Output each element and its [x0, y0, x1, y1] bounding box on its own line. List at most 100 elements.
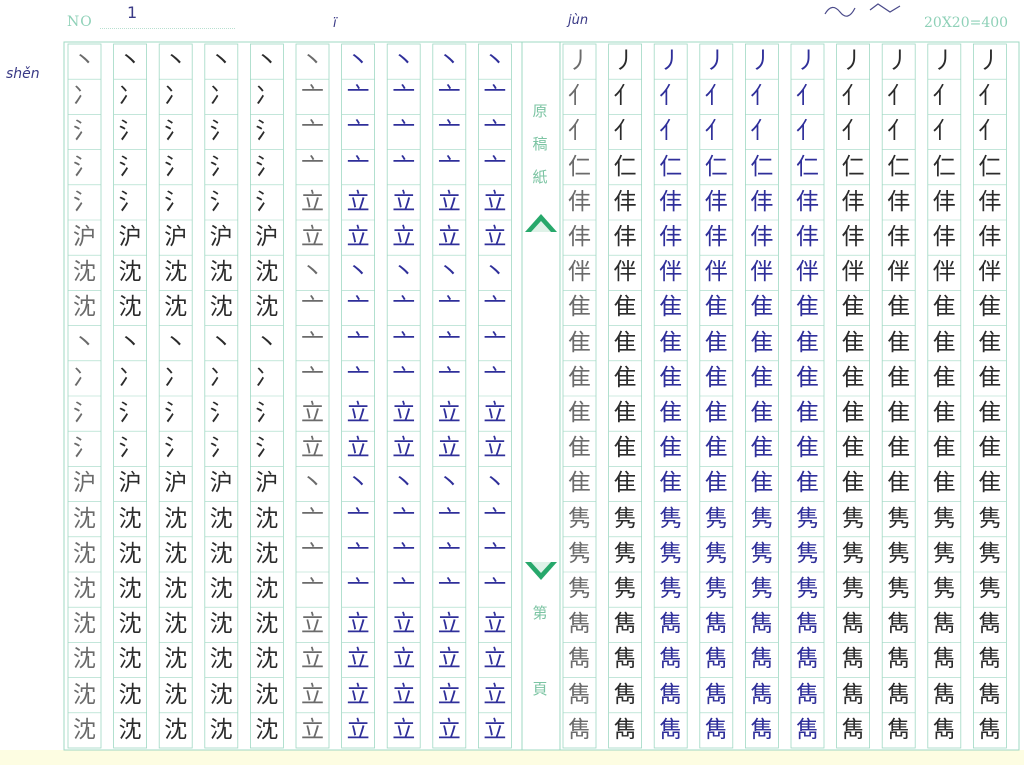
grid-cell: 雋: [704, 611, 728, 638]
grid-cell: 沈: [118, 505, 142, 532]
grid-cell: 仹: [978, 188, 1002, 215]
grid-cell: 雋: [978, 681, 1002, 708]
grid-cell: 立: [392, 646, 416, 673]
grid-cell: 沈: [164, 681, 188, 708]
grid-cell: 仁: [704, 153, 728, 180]
grid-cell: 隹: [796, 400, 819, 426]
grid-cell: 亻: [841, 83, 865, 110]
grid-cell: 隽: [659, 505, 683, 532]
grid-cell: 雋: [887, 681, 911, 708]
grid-cell: 隽: [932, 576, 956, 602]
grid-cell: 雋: [613, 681, 637, 708]
grid-cell: 隽: [796, 540, 819, 567]
grid-cell: 亠: [392, 329, 416, 356]
grid-cell: 沈: [73, 540, 96, 567]
grid-cell: 隹: [796, 364, 819, 391]
grid-cell: 亻: [659, 118, 683, 145]
grid-cell: 隽: [932, 505, 956, 532]
grid-cell: 立: [392, 400, 416, 426]
grid-cell: 氵⺄: [73, 188, 96, 215]
grid-cell: 立: [483, 611, 507, 638]
grid-cell: 沈: [73, 576, 96, 602]
grid-cell: 立: [483, 681, 507, 708]
grid-cell: 沈: [73, 681, 96, 708]
grid-cell: 隹: [887, 470, 911, 497]
grid-cell: 沈: [209, 540, 233, 567]
grid-cell: 亠: [301, 329, 324, 356]
gutter-char-yuan: 原: [532, 102, 548, 120]
grid-cell: 丶: [392, 470, 416, 497]
grid-cell: 立: [346, 646, 370, 673]
grid-cell: 亻: [704, 83, 728, 110]
grid-cell: 丿: [659, 48, 683, 74]
grid-cell: 亠: [346, 505, 370, 532]
grid-cell: 立: [392, 188, 416, 215]
grid-cell: 沈: [255, 259, 279, 286]
grid-cell: 亠: [483, 364, 507, 391]
grid-cell: 立: [301, 400, 324, 426]
grid-cell: 隽: [613, 505, 637, 532]
grid-cell: 亻: [613, 118, 637, 145]
grid-cell: 沈: [255, 681, 279, 708]
grid-cell: 隹: [978, 470, 1002, 497]
grid-cell: 丶: [164, 48, 188, 74]
grid-cell: 亠: [483, 505, 507, 532]
grid-cell: 沪: [118, 470, 142, 497]
grid-cell: 雋: [704, 681, 728, 708]
grid-cell: 沈: [164, 646, 188, 673]
grid-cell: 沈: [209, 716, 233, 743]
grid-cell: 立: [301, 224, 324, 250]
grid-cell: 沈: [255, 611, 279, 638]
grid-cell: 丶: [73, 48, 96, 74]
grid-cell: 立: [437, 435, 461, 462]
grid-cell: 隽: [841, 505, 865, 532]
grid-cell: 亻: [932, 83, 956, 110]
grid-cell: 丶: [255, 48, 279, 74]
grid-cell: 氵⺄: [73, 435, 96, 462]
grid-cell: 立: [437, 681, 461, 708]
grid-cell: 亠: [301, 118, 324, 145]
grid-cell: 氵: [255, 118, 279, 145]
grid-cell: 氵⺄: [164, 435, 188, 462]
grid-cell: 立: [437, 646, 461, 673]
grid-cell: 仹: [659, 188, 683, 215]
grid-cell: 立: [437, 400, 461, 426]
grid-cell: 亻: [978, 83, 1002, 110]
grid-cell: 冫: [209, 83, 233, 110]
grid-cell: 氵: [209, 153, 233, 180]
grid-cell: 立: [483, 224, 507, 250]
grid-cell: 丶: [346, 259, 370, 286]
grid-cell: 立: [301, 188, 324, 215]
grid-cell: 仹: [841, 188, 865, 215]
grid-cell: 亻: [704, 118, 728, 145]
grid-cell: 沈: [164, 576, 188, 602]
grid-cell: 伴: [704, 259, 728, 286]
grid-cell: 亠: [437, 540, 461, 567]
grid-cell: 隹: [613, 470, 637, 497]
grid-cell: 立: [301, 435, 324, 462]
grid-cell: 隽: [613, 576, 637, 602]
grid-cell: 氵: [118, 153, 142, 180]
gutter-char-di: 第: [532, 604, 548, 622]
grid-cell: 氵⺄: [255, 188, 279, 215]
grid-cell: 亠: [392, 505, 416, 532]
grid-cell: 伴: [978, 259, 1002, 286]
grid-cell: 雋: [750, 681, 774, 708]
grid-cell: 氵: [164, 400, 188, 426]
grid-cell: 沈: [209, 646, 233, 673]
grid-cell: 雋: [887, 716, 911, 743]
grid-cell: 氵: [73, 118, 96, 145]
grid-cell: 沈: [255, 294, 279, 321]
grid-cell: 隽: [704, 576, 728, 602]
grid-cell: 隽: [978, 505, 1002, 532]
grid-cell: 丿: [796, 48, 819, 74]
grid-cell: 沈: [118, 646, 142, 673]
grid-cell: 仁: [659, 153, 683, 180]
grid-cell: 冫: [255, 364, 279, 391]
grid-cell: 氵: [164, 118, 188, 145]
grid-cell: 伴: [613, 259, 637, 286]
grid-cell: 雋: [659, 611, 683, 638]
grid-cell: 隹: [659, 470, 683, 497]
grid-cell: 隹: [796, 294, 819, 321]
grid-cell: 仹: [932, 224, 956, 250]
